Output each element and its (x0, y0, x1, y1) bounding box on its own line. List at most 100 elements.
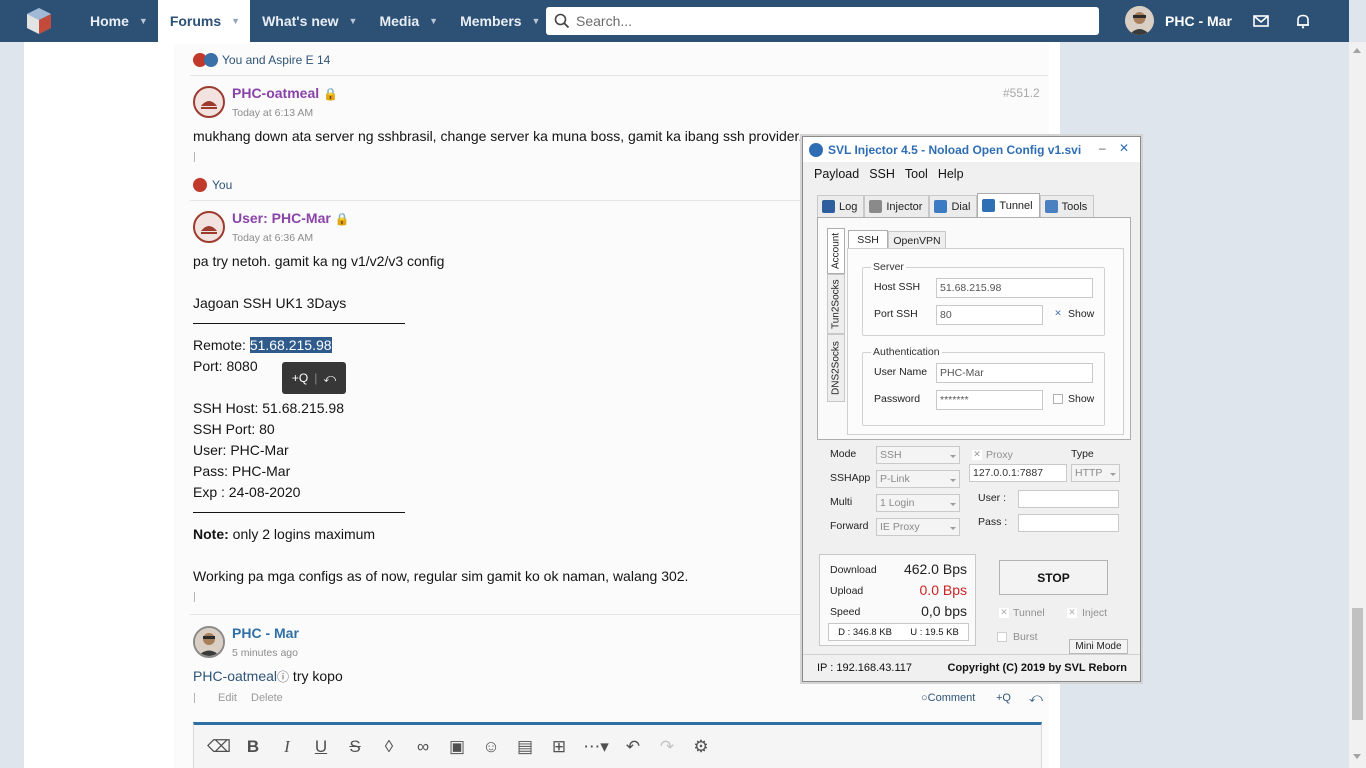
avatar[interactable] (193, 626, 225, 658)
tab-tools[interactable]: Tools (1039, 195, 1095, 217)
mini-mode-button[interactable]: Mini Mode (1069, 639, 1128, 654)
user-mention[interactable]: PHC-oatmeal (193, 668, 277, 684)
reaction-summary[interactable]: You (193, 178, 232, 192)
forward-select[interactable]: IE Proxy (876, 518, 960, 536)
report-flag-icon[interactable] (194, 693, 204, 703)
sshapp-select[interactable]: P-Link (876, 470, 960, 488)
comment-button[interactable]: ○Comment (921, 692, 975, 704)
scroll-up-arrow[interactable] (1353, 48, 1361, 53)
reaction-users[interactable]: You and Aspire E 14 (222, 53, 330, 67)
type-select[interactable]: HTTP (1071, 464, 1120, 482)
chevron-down-icon[interactable]: ▼ (349, 16, 358, 26)
strikethrough-icon[interactable]: S (338, 730, 372, 764)
more-options-icon[interactable]: ⋯▾ (576, 730, 616, 764)
post-timestamp[interactable]: Today at 6:13 AM (232, 107, 313, 119)
avatar[interactable] (193, 86, 225, 118)
undo-icon[interactable]: ↶ (616, 730, 650, 764)
post-timestamp[interactable]: Today at 6:36 AM (232, 232, 313, 244)
scrollbar-thumb[interactable] (1352, 608, 1363, 720)
report-flag-icon[interactable] (194, 592, 204, 602)
proxy-checkbox[interactable]: ✕ (972, 450, 982, 460)
show-port-checkbox[interactable]: ✕ (1053, 309, 1063, 319)
chevron-down-icon[interactable]: ▼ (532, 16, 541, 26)
tab-log[interactable]: Log (817, 195, 865, 217)
redo-icon[interactable]: ↷ (650, 730, 684, 764)
avatar[interactable] (1125, 6, 1154, 35)
port-ssh-field[interactable]: 80 (936, 305, 1043, 325)
vtab-tun2socks[interactable]: Tun2Socks (827, 274, 845, 334)
bell-icon[interactable] (1294, 12, 1312, 30)
vtab-account[interactable]: Account (827, 228, 845, 274)
reaction-users[interactable]: You (212, 178, 232, 192)
inject-checkbox[interactable]: ✕ (1067, 608, 1077, 618)
nav-tab-media[interactable]: Media ▼ (367, 0, 448, 42)
site-logo[interactable] (0, 0, 78, 42)
post-author[interactable]: PHC-oatmeal 🔒 (232, 85, 338, 101)
scroll-down-arrow[interactable] (1353, 754, 1361, 759)
avatar[interactable] (193, 211, 225, 243)
tab-injector[interactable]: Injector (864, 195, 930, 217)
reply-icon[interactable]: ⤺ (323, 371, 336, 386)
italic-icon[interactable]: I (270, 730, 304, 764)
table-icon[interactable]: ⊞ (542, 730, 576, 764)
vtab-dns2socks[interactable]: DNS2Socks (827, 334, 845, 402)
close-icon[interactable]: ✕ (1119, 141, 1129, 155)
menu-ssh[interactable]: SSH (869, 167, 895, 181)
smiley-icon[interactable]: ☺ (474, 730, 508, 764)
quote-button[interactable]: +Q (292, 371, 308, 385)
proxy-user-field[interactable] (1018, 490, 1119, 508)
password-field[interactable]: ******* (936, 390, 1043, 410)
host-ssh-field[interactable]: 51.68.215.98 (936, 278, 1093, 298)
proxy-address-field[interactable]: 127.0.0.1:7887 (969, 464, 1067, 482)
show-password-checkbox[interactable] (1053, 394, 1063, 404)
user-name[interactable]: PHC - Mar (1165, 13, 1232, 29)
settings-gear-icon[interactable]: ⚙ (684, 730, 718, 764)
link-icon[interactable]: ∞ (406, 730, 440, 764)
text-color-icon[interactable]: ◊ (372, 730, 406, 764)
tab-tunnel[interactable]: Tunnel (977, 193, 1040, 217)
bold-icon[interactable]: B (236, 730, 270, 764)
username-field[interactable]: PHC-Mar (936, 363, 1093, 383)
subtab-ssh[interactable]: SSH (848, 230, 888, 249)
nav-tab-members[interactable]: Members ▼ (448, 0, 550, 42)
post-author[interactable]: User: PHC-Mar 🔒 (232, 210, 350, 226)
underline-icon[interactable]: U (304, 730, 338, 764)
burst-checkbox[interactable] (997, 632, 1007, 642)
nav-tab-forums[interactable]: Forums ▼ (157, 0, 251, 42)
tunnel-checkbox[interactable]: ✕ (999, 608, 1009, 618)
post-author[interactable]: PHC - Mar (232, 625, 299, 641)
search-box[interactable] (546, 7, 1099, 35)
tab-dial[interactable]: Dial (929, 195, 978, 217)
menu-tool[interactable]: Tool (905, 167, 928, 181)
scrollbar[interactable] (1349, 42, 1366, 768)
selected-text[interactable]: 51.68.215.98 (249, 337, 332, 353)
mail-icon[interactable] (1252, 12, 1270, 30)
reply-icon[interactable]: ⤺ (1029, 690, 1043, 706)
eraser-icon[interactable]: ⌫ (202, 730, 236, 764)
search-input[interactable] (576, 13, 1076, 29)
edit-link[interactable]: Edit (218, 692, 237, 704)
mode-select[interactable]: SSH (876, 446, 960, 464)
menu-payload[interactable]: Payload (814, 167, 859, 181)
quote-popup[interactable]: +Q | ⤺ (282, 362, 346, 394)
delete-link[interactable]: Delete (251, 692, 283, 704)
post-timestamp[interactable]: 5 minutes ago (232, 647, 298, 659)
window-titlebar[interactable]: SVL Injector 4.5 - Noload Open Config v1… (803, 137, 1140, 162)
nav-tab-whats-new[interactable]: What's new ▼ (250, 0, 367, 42)
proxy-pass-field[interactable] (1018, 514, 1119, 532)
menu-help[interactable]: Help (938, 167, 964, 181)
reaction-summary[interactable]: You and Aspire E 14 (193, 53, 330, 67)
chevron-down-icon[interactable]: ▼ (231, 16, 240, 26)
user-menu[interactable]: PHC - Mar (1125, 6, 1232, 35)
post-number[interactable]: #551.2 (1003, 86, 1040, 100)
multi-select[interactable]: 1 Login (876, 494, 960, 512)
stop-button[interactable]: STOP (999, 560, 1108, 595)
chevron-down-icon[interactable]: ▼ (139, 16, 148, 26)
minimize-icon[interactable]: – (1099, 141, 1106, 155)
report-flag-icon[interactable] (194, 152, 204, 162)
nav-tab-home[interactable]: Home ▼ (78, 0, 158, 42)
chevron-down-icon[interactable]: ▼ (429, 16, 438, 26)
image-icon[interactable]: ▣ (440, 730, 474, 764)
quote-button[interactable]: +Q (996, 692, 1011, 704)
media-icon[interactable]: ▤ (508, 730, 542, 764)
